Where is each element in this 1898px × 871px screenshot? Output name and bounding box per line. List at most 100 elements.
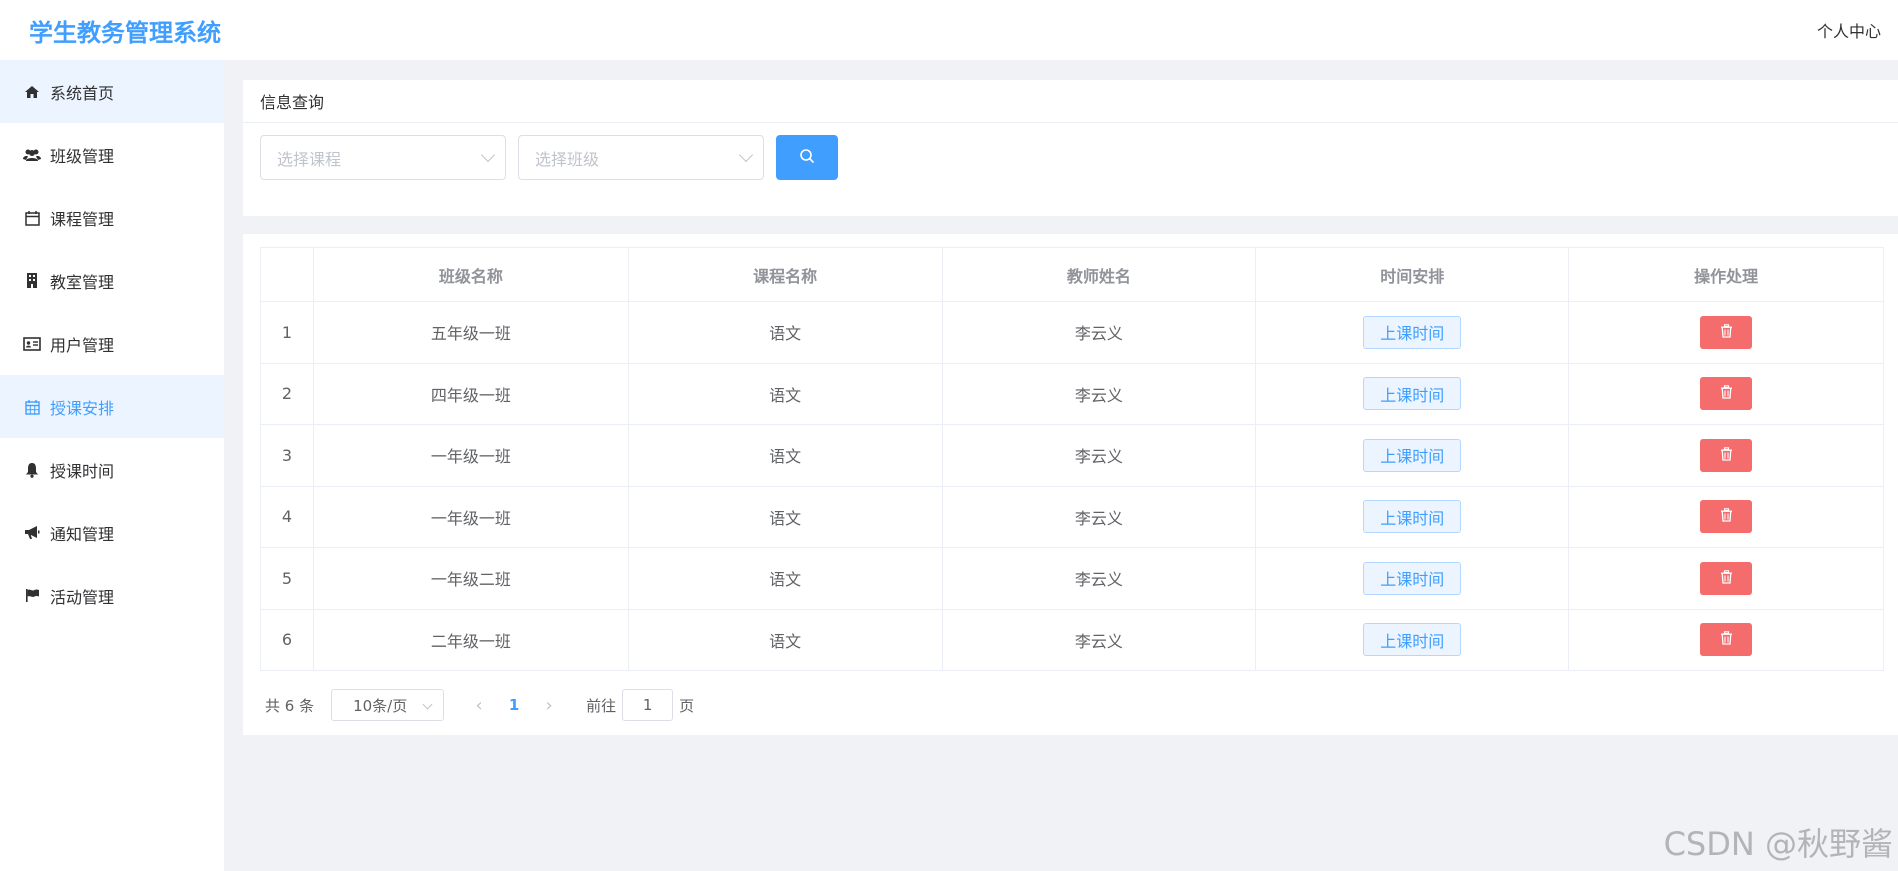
page-number-current[interactable]: 1 <box>494 696 534 714</box>
table-row: 2 四年级一班 语文 李云义 上课时间 <box>260 362 1884 425</box>
column-header-schedule: 时间安排 <box>1255 247 1570 302</box>
row-index: 6 <box>260 608 314 671</box>
table-row: 5 一年级二班 语文 李云义 上课时间 <box>260 547 1884 610</box>
sidebar-item-label: 课程管理 <box>50 209 115 229</box>
sidebar-item-label: 用户管理 <box>50 335 115 355</box>
trash-icon <box>1720 569 1733 588</box>
class-name-cell: 一年级一班 <box>312 485 629 548</box>
megaphone-icon <box>23 524 41 542</box>
class-time-button[interactable]: 上课时间 <box>1363 315 1462 349</box>
table-row: 4 一年级一班 语文 李云义 上课时间 <box>260 485 1884 548</box>
class-time-button[interactable]: 上课时间 <box>1363 438 1462 472</box>
actions-cell <box>1568 301 1884 364</box>
sidebar-item-label: 班级管理 <box>50 146 115 166</box>
calendar-grid-icon <box>23 398 41 416</box>
course-name-cell: 语文 <box>627 424 943 487</box>
schedule-cell: 上课时间 <box>1255 547 1570 610</box>
table-card: 班级名称 课程名称 教师姓名 时间安排 操作处理 1 五年级一班 语文 李云义 上课时间… <box>243 234 1898 735</box>
row-index: 2 <box>260 362 314 425</box>
sidebar-item-home[interactable]: 系统首页 <box>0 60 224 123</box>
trash-icon <box>1720 630 1733 649</box>
teacher-name-cell: 李云义 <box>941 608 1257 671</box>
teacher-name-cell: 李云义 <box>941 301 1257 364</box>
course-select[interactable]: 选择课程 <box>260 135 506 180</box>
sidebar: 系统首页 班级管理 课程管理 教室管理 用户管理 授课安排 授课时间 通知管理 … <box>0 60 224 871</box>
class-time-button[interactable]: 上课时间 <box>1363 623 1462 657</box>
delete-button[interactable] <box>1700 500 1753 534</box>
class-select[interactable]: 选择班级 <box>518 135 764 180</box>
table-row: 6 二年级一班 语文 李云义 上课时间 <box>260 608 1884 671</box>
column-header-class-name: 班级名称 <box>312 247 629 302</box>
pagination: 共 6 条 10条/页 ‹ 1 › 前往 页 <box>260 689 695 721</box>
sidebar-item-classes[interactable]: 班级管理 <box>0 123 224 186</box>
class-select-placeholder: 选择班级 <box>535 149 600 169</box>
building-icon <box>23 272 41 290</box>
sidebar-item-label: 教室管理 <box>50 272 115 292</box>
teacher-name-cell: 李云义 <box>941 485 1257 548</box>
delete-button[interactable] <box>1700 315 1753 349</box>
course-name-cell: 语文 <box>627 362 943 425</box>
teacher-name-cell: 李云义 <box>941 362 1257 425</box>
sidebar-item-notifications[interactable]: 通知管理 <box>0 501 224 564</box>
class-time-button[interactable]: 上课时间 <box>1363 561 1462 595</box>
actions-cell <box>1568 608 1884 671</box>
class-name-cell: 一年级二班 <box>312 547 629 610</box>
page-suffix-label: 页 <box>679 696 695 715</box>
course-name-cell: 语文 <box>627 547 943 610</box>
chevron-down-icon <box>422 699 433 710</box>
column-header-index <box>260 247 314 302</box>
class-name-cell: 二年级一班 <box>312 608 629 671</box>
goto-page-input[interactable] <box>622 689 674 721</box>
sidebar-item-label: 系统首页 <box>50 83 115 103</box>
table-row: 3 一年级一班 语文 李云义 上课时间 <box>260 424 1884 487</box>
row-index: 4 <box>260 485 314 548</box>
schedule-cell: 上课时间 <box>1255 608 1570 671</box>
trash-icon <box>1720 384 1733 403</box>
course-select-placeholder: 选择课程 <box>277 149 342 169</box>
next-page-button[interactable]: › <box>534 695 564 716</box>
column-header-teacher-name: 教师姓名 <box>941 247 1257 302</box>
schedule-table: 班级名称 课程名称 教师姓名 时间安排 操作处理 1 五年级一班 语文 李云义 上课时间… <box>260 247 1884 671</box>
flag-icon <box>23 587 41 605</box>
sidebar-item-activities[interactable]: 活动管理 <box>0 564 224 627</box>
actions-cell <box>1568 362 1884 425</box>
class-time-button[interactable]: 上课时间 <box>1363 500 1462 534</box>
table-row: 1 五年级一班 语文 李云义 上课时间 <box>260 301 1884 364</box>
class-time-button[interactable]: 上课时间 <box>1363 377 1462 411</box>
trash-icon <box>1720 446 1733 465</box>
trash-icon <box>1720 507 1733 526</box>
id-card-icon <box>23 335 41 353</box>
user-center-link[interactable]: 个人中心 <box>1817 18 1881 42</box>
sidebar-item-courses[interactable]: 课程管理 <box>0 186 224 249</box>
schedule-cell: 上课时间 <box>1255 362 1570 425</box>
table-header-row: 班级名称 课程名称 教师姓名 时间安排 操作处理 <box>260 247 1884 302</box>
home-icon <box>23 83 41 101</box>
schedule-cell: 上课时间 <box>1255 301 1570 364</box>
pagination-total: 共 6 条 <box>265 696 315 715</box>
sidebar-item-label: 活动管理 <box>50 587 115 607</box>
class-name-cell: 五年级一班 <box>312 301 629 364</box>
course-name-cell: 语文 <box>627 485 943 548</box>
delete-button[interactable] <box>1700 377 1753 411</box>
delete-button[interactable] <box>1700 438 1753 472</box>
search-button[interactable] <box>776 135 838 180</box>
delete-button[interactable] <box>1700 561 1753 595</box>
app-title: 学生教务管理系统 <box>29 19 221 47</box>
delete-button[interactable] <box>1700 623 1753 657</box>
bell-icon <box>23 461 41 479</box>
sidebar-item-teaching-schedule[interactable]: 授课安排 <box>0 375 224 438</box>
sidebar-item-users[interactable]: 用户管理 <box>0 312 224 375</box>
watermark: CSDN @秋野酱 <box>1663 825 1893 863</box>
top-bar: 学生教务管理系统 个人中心 <box>0 0 1898 60</box>
trash-icon <box>1720 323 1733 342</box>
row-index: 5 <box>260 547 314 610</box>
sidebar-item-label: 通知管理 <box>50 524 115 544</box>
page-size-select[interactable]: 10条/页 <box>331 689 445 721</box>
class-name-cell: 一年级一班 <box>312 424 629 487</box>
column-header-actions: 操作处理 <box>1568 247 1884 302</box>
teacher-name-cell: 李云义 <box>941 547 1257 610</box>
prev-page-button[interactable]: ‹ <box>464 695 494 716</box>
sidebar-item-classrooms[interactable]: 教室管理 <box>0 249 224 312</box>
goto-label: 前往 <box>586 696 617 715</box>
sidebar-item-teaching-time[interactable]: 授课时间 <box>0 438 224 501</box>
